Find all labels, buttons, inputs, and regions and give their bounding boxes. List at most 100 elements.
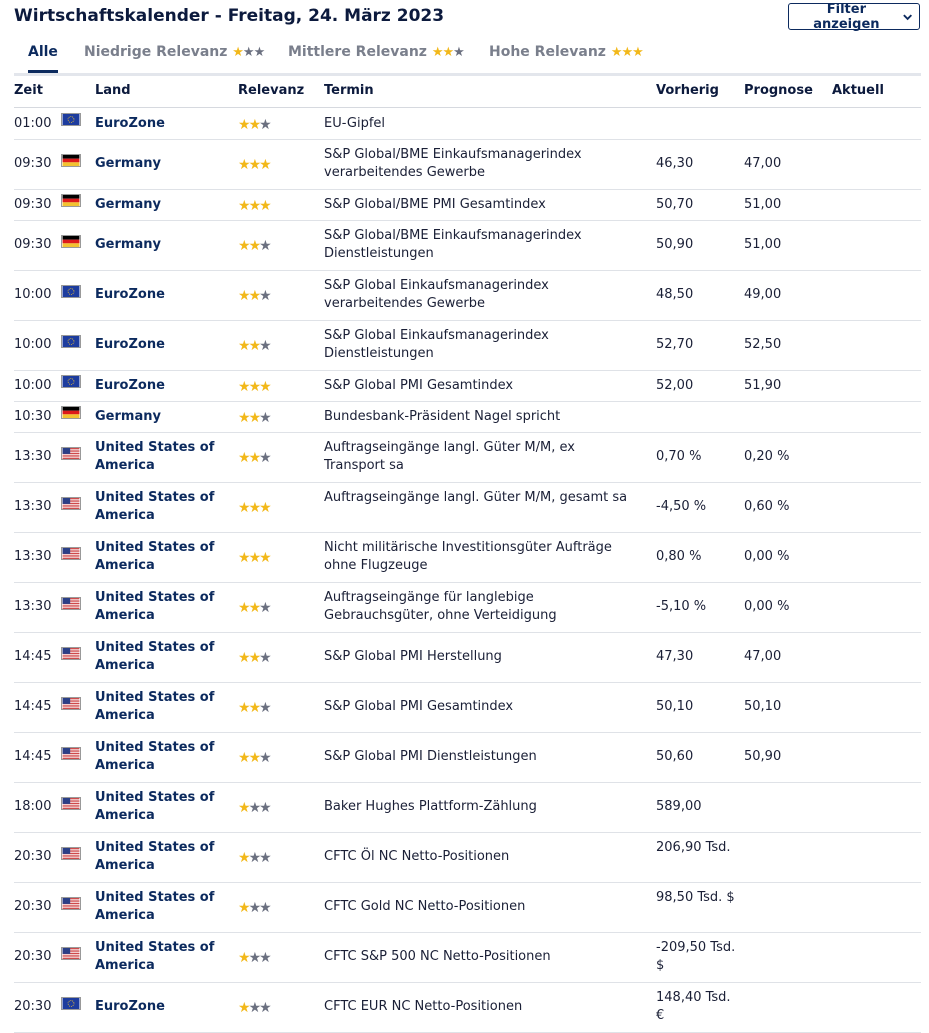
us-flag-icon <box>61 747 81 760</box>
de-flag-icon <box>61 194 81 207</box>
event-name: S&P Global/BME PMI Gesamtindex <box>324 197 546 212</box>
country-link[interactable]: Germany <box>95 408 225 426</box>
event-name: Bundesbank-Präsident Nagel spricht <box>324 409 561 424</box>
star-icon: ★ <box>238 379 250 395</box>
star-icon: ★ <box>238 650 250 666</box>
tab-hohe-relevanz[interactable]: Hohe Relevanz ★★★ <box>489 36 644 71</box>
star-icon: ★ <box>259 157 271 173</box>
country-link[interactable]: United States of America <box>95 689 225 725</box>
country-link[interactable]: United States of America <box>95 489 225 525</box>
country-link[interactable]: EuroZone <box>95 998 225 1016</box>
country-link[interactable]: Germany <box>95 196 225 214</box>
star-icon: ★ <box>259 450 271 466</box>
tab-alle[interactable]: Alle <box>28 36 58 73</box>
event-name: S&P Global/BME Einkaufsmanagerindex Dien… <box>324 228 582 261</box>
country-link[interactable]: United States of America <box>95 439 225 475</box>
table-row[interactable]: 09:30 Germany ★★★ S&P Global/BME Einkaufsma… <box>14 220 921 271</box>
tab-label: Mittlere Relevanz <box>288 44 427 60</box>
time-cell: 14:45 <box>14 649 52 664</box>
table-row[interactable]: 20:30 United States of America ★★★ CFTC S&P… <box>14 932 921 983</box>
star-icon: ★ <box>248 700 261 716</box>
country-link[interactable]: EuroZone <box>95 286 225 304</box>
country-link[interactable]: EuroZone <box>95 336 225 354</box>
table-row[interactable]: 14:45 United States of America ★★★ S&P Glob… <box>14 632 921 683</box>
table-row[interactable]: 09:30 Germany ★★★ S&P Global/BME Einkaufsma… <box>14 139 921 190</box>
us-flag-icon <box>61 847 81 860</box>
star-icon: ★ <box>259 600 271 616</box>
star-icon: ★ <box>238 750 250 766</box>
previous-value: 48,50 <box>656 287 694 302</box>
table-row[interactable]: 10:30 Germany ★★★ Bundesbank-Präsident Nage… <box>14 401 921 433</box>
table-row[interactable]: 20:30 EuroZone ★★★ CFTC EUR NC Netto-Positi… <box>14 982 921 1033</box>
relevance-stars-icon: ★★★ <box>238 699 272 717</box>
event-name: CFTC Öl NC Netto-Positionen <box>324 849 510 864</box>
star-icon: ★ <box>238 550 250 566</box>
eu-flag-icon <box>61 997 81 1010</box>
star-icon: ★ <box>248 198 261 214</box>
us-flag-icon <box>61 547 81 560</box>
previous-value: -4,50 % <box>656 499 707 514</box>
table-row[interactable]: 20:30 United States of America ★★★ CFTC Gol… <box>14 882 921 933</box>
time-cell: 20:30 <box>14 999 52 1014</box>
star-icon: ★ <box>259 198 271 214</box>
table-row[interactable]: 14:45 United States of America ★★★ S&P Glob… <box>14 732 921 783</box>
tab-mittlere-relevanz[interactable]: Mittlere Relevanz ★★★ <box>288 36 465 71</box>
country-link[interactable]: EuroZone <box>95 115 225 133</box>
star-icon: ★ <box>259 410 271 426</box>
star-icon: ★ <box>248 800 261 816</box>
filter-button[interactable]: Filter anzeigen <box>788 2 920 32</box>
event-name: Baker Hughes Plattform-Zählung <box>324 799 537 814</box>
table-row[interactable]: 13:30 United States of America ★★★ Auftrags… <box>14 482 921 533</box>
star-icon: ★ <box>238 500 250 516</box>
country-link[interactable]: United States of America <box>95 889 225 925</box>
previous-value: 46,30 <box>656 156 694 171</box>
country-link[interactable]: Germany <box>95 236 225 254</box>
table-row[interactable]: 13:30 United States of America ★★★ Auftrags… <box>14 582 921 633</box>
col-header-prognose: Prognose <box>744 83 813 98</box>
country-link[interactable]: United States of America <box>95 639 225 675</box>
forecast-value: 52,50 <box>744 337 782 352</box>
country-link[interactable]: United States of America <box>95 839 225 875</box>
us-flag-icon <box>61 897 81 910</box>
table-row[interactable]: 01:00 EuroZone ★★★ EU-Gipfel <box>14 108 921 140</box>
table-row[interactable]: 18:00 United States of America ★★★ Baker Hu… <box>14 782 921 833</box>
time-cell: 09:30 <box>14 237 52 252</box>
table-row[interactable]: 10:00 EuroZone ★★★ S&P Global Einkaufsmanag… <box>14 320 921 371</box>
relevance-stars-icon: ★★★ <box>238 116 272 134</box>
table-row[interactable]: 13:30 United States of America ★★★ Nicht mi… <box>14 532 921 583</box>
table-row[interactable]: 10:00 EuroZone ★★★ S&P Global Einkaufsmanag… <box>14 270 921 321</box>
country-link[interactable]: United States of America <box>95 789 225 825</box>
eu-flag-icon <box>61 285 81 298</box>
time-cell: 14:45 <box>14 699 52 714</box>
tab-niedrige-relevanz[interactable]: Niedrige Relevanz ★★★ <box>84 36 265 71</box>
country-link[interactable]: Germany <box>95 155 225 173</box>
country-link[interactable]: United States of America <box>95 539 225 575</box>
table-header: Zeit Land Relevanz Termin Vorherig Progn… <box>14 76 921 108</box>
star-icon: ★ <box>238 198 250 214</box>
table-row[interactable]: 13:30 United States of America ★★★ Auftrags… <box>14 432 921 483</box>
country-link[interactable]: United States of America <box>95 589 225 625</box>
country-link[interactable]: United States of America <box>95 739 225 775</box>
country-link[interactable]: United States of America <box>95 939 225 975</box>
relevance-stars-icon: ★★★ <box>238 337 272 355</box>
table-row[interactable]: 14:45 United States of America ★★★ S&P Glob… <box>14 682 921 733</box>
time-cell: 20:30 <box>14 899 52 914</box>
eu-flag-icon <box>61 113 81 126</box>
us-flag-icon <box>61 447 81 460</box>
event-name: S&P Global PMI Gesamtindex <box>324 378 514 393</box>
star-icon: ★ <box>259 1000 271 1016</box>
us-flag-icon <box>61 697 81 710</box>
table-row[interactable]: 10:00 EuroZone ★★★ S&P Global PMI Gesamtind… <box>14 370 921 402</box>
forecast-value: 0,20 % <box>744 449 790 464</box>
relevance-tabs: Alle Niedrige Relevanz ★★★ Mittlere Rele… <box>14 36 921 76</box>
table-row[interactable]: 09:30 Germany ★★★ S&P Global/BME PMI Gesamt… <box>14 189 921 221</box>
forecast-value: 0,60 % <box>744 499 790 514</box>
table-row[interactable]: 20:30 United States of America ★★★ CFTC Öl … <box>14 832 921 883</box>
time-cell: 18:00 <box>14 799 52 814</box>
de-flag-icon <box>61 406 81 419</box>
eu-flag-icon <box>61 335 81 348</box>
country-link[interactable]: EuroZone <box>95 377 225 395</box>
star-icon: ★ <box>259 750 271 766</box>
star-icon: ★ <box>238 1000 250 1016</box>
col-header-land: Land <box>95 83 131 98</box>
